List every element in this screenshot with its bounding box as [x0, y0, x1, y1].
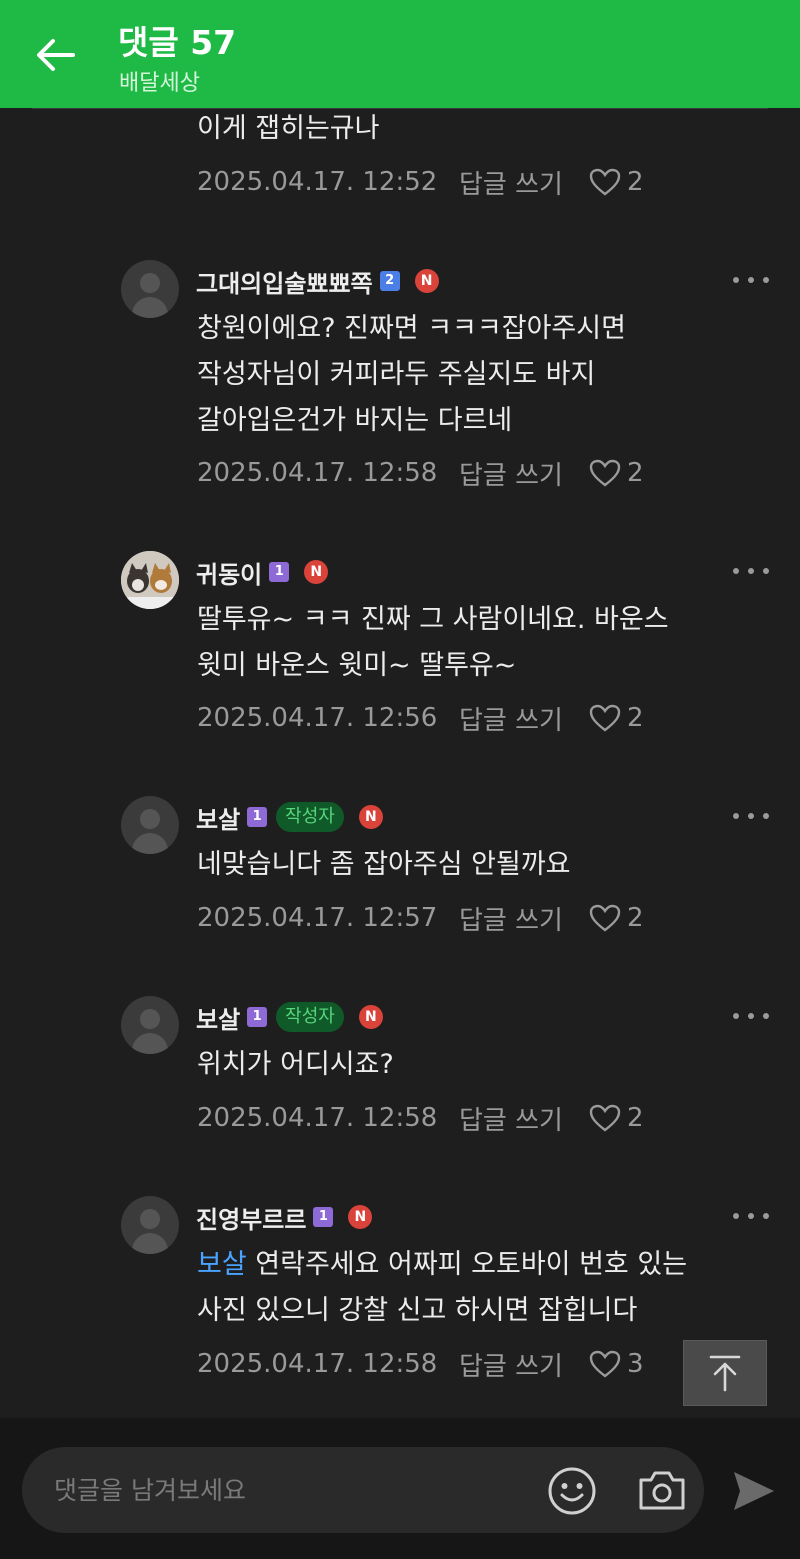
level-badge: 1	[269, 562, 290, 582]
more-options-button[interactable]	[733, 1204, 769, 1228]
comment-meta: 2025.04.17. 12:57 답글 쓰기 2	[197, 900, 644, 937]
nickname[interactable]: 귀동이	[196, 555, 262, 590]
comment-meta: 2025.04.17. 12:52 답글 쓰기 2	[197, 164, 644, 201]
like-button[interactable]: 2	[589, 458, 644, 488]
more-options-button[interactable]	[733, 268, 769, 292]
reply-button[interactable]: 답글 쓰기	[459, 164, 563, 201]
app-header: 댓글 57 배달세상	[0, 0, 800, 108]
reply-button[interactable]: 답글 쓰기	[459, 900, 563, 937]
comment-body: 연락주세요 어짜피 오토바이 번호 있는 사진 있으니 강찰 신고 하시면 잡힙…	[197, 1249, 688, 1326]
camera-icon	[639, 1471, 685, 1510]
avatar[interactable]	[121, 1196, 179, 1254]
comment-text: 이게 잽히는규나	[197, 113, 380, 144]
comment-date: 2025.04.17. 12:52	[197, 167, 438, 197]
more-dots-icon	[733, 813, 739, 819]
new-badge: N	[358, 805, 383, 829]
comment-date: 2025.04.17. 12:57	[197, 903, 438, 933]
heart-outline-icon	[589, 704, 621, 732]
mention-link[interactable]: 보살	[197, 1249, 247, 1280]
like-count: 2	[626, 703, 644, 733]
comment-text: 창원이에요? 진짜면 ㅋㅋㅋ잡아주시면 작성자님이 커피라두 주실지도 바지 갈…	[197, 313, 626, 436]
more-options-button[interactable]	[733, 559, 769, 583]
more-options-button[interactable]	[733, 1004, 769, 1028]
comment-meta: 2025.04.17. 12:56 답글 쓰기 2	[197, 700, 644, 737]
comment-text: 딸투유~ ㅋㅋ 진짜 그 사람이네요. 바운스 윗미 바운스 윗미~ 딸투유~	[197, 604, 669, 681]
author-badge: 작성자	[276, 802, 344, 832]
avatar[interactable]	[121, 260, 179, 318]
comment-text: 보살 연락주세요 어짜피 오토바이 번호 있는 사진 있으니 강찰 신고 하시면…	[197, 1242, 777, 1334]
comment-author-row: 그대의입술뾰뾰쪽 2 N	[196, 264, 439, 298]
comment-date: 2025.04.17. 12:58	[197, 1349, 438, 1379]
comment-author-row: 귀동이 1 N	[196, 555, 329, 590]
author-badge: 작성자	[276, 1002, 344, 1032]
reply-button[interactable]: 답글 쓰기	[459, 700, 563, 737]
new-badge: N	[358, 1005, 383, 1029]
more-dots-icon	[733, 568, 739, 574]
like-count: 2	[626, 903, 644, 933]
more-dots-icon	[733, 1213, 739, 1219]
camera-button[interactable]	[636, 1466, 688, 1514]
comment-date: 2025.04.17. 12:58	[197, 1103, 438, 1133]
nickname[interactable]: 그대의입술뾰뾰쪽	[196, 264, 373, 299]
comment-date: 2025.04.17. 12:58	[197, 458, 438, 488]
new-badge: N	[414, 269, 439, 293]
more-options-button[interactable]	[733, 804, 769, 828]
level-badge: 1	[247, 1007, 268, 1027]
comment-meta: 2025.04.17. 12:58 답글 쓰기 2	[197, 1100, 644, 1137]
reply-button[interactable]: 답글 쓰기	[459, 1100, 563, 1137]
comment-date: 2025.04.17. 12:56	[197, 703, 438, 733]
heart-outline-icon	[589, 168, 621, 196]
comment-text: 네맞습니다 좀 잡아주심 안될까요	[197, 849, 571, 880]
heart-outline-icon	[589, 904, 621, 932]
heart-outline-icon	[589, 459, 621, 487]
nickname[interactable]: 진영부르르	[196, 1200, 306, 1235]
like-button[interactable]: 3	[589, 1349, 644, 1379]
level-badge: 1	[313, 1207, 334, 1227]
avatar[interactable]	[121, 796, 179, 854]
comment-meta: 2025.04.17. 12:58 답글 쓰기 3	[197, 1346, 644, 1383]
avatar[interactable]	[121, 996, 179, 1054]
heart-outline-icon	[589, 1350, 621, 1378]
comment-author-row: 진영부르르 1 N	[196, 1200, 373, 1235]
like-button[interactable]: 2	[589, 703, 644, 733]
comment-meta: 2025.04.17. 12:58 답글 쓰기 2	[197, 455, 644, 492]
like-button[interactable]: 2	[589, 167, 644, 197]
like-button[interactable]: 2	[589, 903, 644, 933]
scroll-top-button[interactable]	[683, 1340, 767, 1406]
arrow-left-icon	[37, 39, 75, 71]
back-button[interactable]	[28, 28, 82, 82]
reply-button[interactable]: 답글 쓰기	[459, 1346, 563, 1383]
comment-author-row: 보살 1 작성자 N	[196, 1000, 383, 1034]
page-title: 댓글 57	[118, 23, 237, 62]
comment-input[interactable]	[54, 1447, 524, 1533]
new-badge: N	[304, 560, 329, 584]
avatar[interactable]	[121, 551, 179, 609]
level-badge: 2	[379, 271, 400, 291]
nickname[interactable]: 보살	[196, 800, 240, 835]
level-badge: 1	[247, 807, 268, 827]
like-count: 2	[626, 458, 644, 488]
board-name: 배달세상	[119, 71, 200, 96]
reply-button[interactable]: 답글 쓰기	[459, 455, 563, 492]
arrow-up-icon	[709, 1355, 741, 1392]
comment-author-row: 보살 1 작성자 N	[196, 800, 383, 834]
heart-outline-icon	[589, 1104, 621, 1132]
comment-input-box	[22, 1447, 704, 1533]
send-button[interactable]	[728, 1466, 778, 1516]
like-count: 2	[626, 167, 644, 197]
like-button[interactable]: 2	[589, 1103, 644, 1133]
more-dots-icon	[733, 277, 739, 283]
cat-photo-avatar	[121, 551, 179, 609]
new-badge: N	[348, 1205, 373, 1229]
comment-text: 위치가 어디시죠?	[197, 1049, 394, 1080]
like-count: 3	[626, 1349, 644, 1379]
send-icon	[734, 1472, 774, 1510]
nickname[interactable]: 보살	[196, 1000, 240, 1035]
like-count: 2	[626, 1103, 644, 1133]
smiley-icon	[548, 1467, 596, 1515]
more-dots-icon	[733, 1013, 739, 1019]
emoji-button[interactable]	[546, 1465, 598, 1517]
